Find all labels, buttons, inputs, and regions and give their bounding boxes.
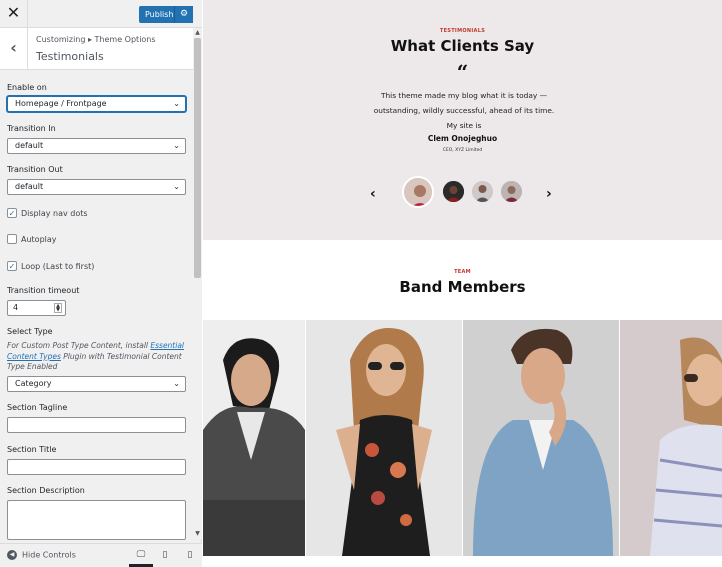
avatar[interactable] <box>501 181 522 202</box>
testimonial-author: Clem Onojeghuo <box>427 134 498 143</box>
close-customizer-button[interactable]: ✕ <box>0 0 28 28</box>
transition-in-select[interactable]: default ⌄ <box>7 138 186 154</box>
customizer-topbar: ✕ Publish ⚙ <box>0 0 202 28</box>
panel-scrollbar[interactable]: ▲ ▼ <box>193 28 202 539</box>
section-title-input[interactable] <box>7 459 186 475</box>
scroll-down-arrow[interactable]: ▼ <box>193 529 202 539</box>
gear-icon: ⚙ <box>179 9 189 19</box>
testimonial-quote: This theme made my blog what it is today… <box>373 91 555 130</box>
scroll-up-arrow[interactable]: ▲ <box>193 28 202 38</box>
site-preview: TESTIMONIALS What Clients Say “ This the… <box>203 0 722 567</box>
scrollbar-thumb[interactable] <box>194 38 201 278</box>
breadcrumb: Customizing ▸ Theme Options <box>36 35 156 44</box>
avatar[interactable] <box>402 176 434 208</box>
team-member-photo[interactable] <box>620 320 722 556</box>
hide-controls-label: Hide Controls <box>22 550 76 560</box>
back-button[interactable]: ‹ <box>0 28 28 70</box>
chevron-down-icon: ⌄ <box>173 141 180 150</box>
loop-checkbox[interactable]: ✓ <box>7 261 17 271</box>
avatar[interactable] <box>472 181 493 202</box>
quote-icon: “ <box>456 60 469 84</box>
loop-label: Loop (Last to first) <box>21 262 95 271</box>
testimonials-tagline: TESTIMONIALS <box>439 28 486 34</box>
transition-out-select[interactable]: default ⌄ <box>7 179 186 195</box>
carousel-prev-arrow[interactable]: ‹ <box>370 186 376 202</box>
publish-settings-button[interactable]: ⚙ <box>174 6 193 23</box>
transition-out-label: Transition Out <box>7 165 63 174</box>
team-title: Band Members <box>399 278 526 296</box>
select-type-description: For Custom Post Type Content, install Es… <box>7 341 187 373</box>
desktop-icon[interactable]: 🖵 <box>135 549 147 561</box>
mobile-icon[interactable]: ▯ <box>184 549 196 561</box>
section-description-textarea[interactable] <box>7 500 186 540</box>
section-title-label: Section Title <box>7 445 57 454</box>
enable-on-value: Homepage / Frontpage <box>15 99 107 108</box>
section-tagline-label: Section Tagline <box>7 403 68 412</box>
chevron-down-icon: ⌄ <box>173 99 180 108</box>
select-type-select[interactable]: Category ⌄ <box>7 376 186 392</box>
display-nav-dots-checkbox[interactable]: ✓ <box>7 208 17 218</box>
section-description-label: Section Description <box>7 486 85 495</box>
team-tagline: TEAM <box>454 269 471 275</box>
testimonial-author-role: CEO, XYZ Limited <box>442 148 483 153</box>
team-member-photo[interactable] <box>463 320 619 556</box>
autoplay-checkbox[interactable] <box>7 234 17 244</box>
team-member-photo[interactable] <box>203 320 305 556</box>
transition-timeout-label: Transition timeout <box>7 286 80 295</box>
carousel-next-arrow[interactable]: › <box>546 186 552 202</box>
testimonials-section: TESTIMONIALS What Clients Say “ This the… <box>203 0 722 240</box>
team-gallery <box>203 320 722 556</box>
chevron-left-icon: ‹ <box>10 38 17 57</box>
tablet-icon[interactable]: ▯ <box>159 549 171 561</box>
chevron-down-icon: ⌄ <box>173 379 180 388</box>
select-type-label: Select Type <box>7 327 53 336</box>
desc-text: For Custom Post Type Content, install <box>7 341 151 350</box>
select-type-value: Category <box>15 379 52 388</box>
preview-bottom-strip <box>203 556 722 567</box>
enable-on-label: Enable on <box>7 83 47 92</box>
display-nav-dots-label: Display nav dots <box>21 209 88 218</box>
transition-out-value: default <box>15 182 44 191</box>
testimonials-title: What Clients Say <box>390 37 535 55</box>
number-stepper[interactable]: ▲ ▼ <box>54 303 62 313</box>
section-title: Testimonials <box>36 50 104 63</box>
transition-timeout-input[interactable]: 4 ▲ ▼ <box>7 300 66 316</box>
transition-in-label: Transition In <box>7 124 56 133</box>
team-member-photo[interactable] <box>306 320 462 556</box>
avatar[interactable] <box>443 181 464 202</box>
customizer-panel: ✕ Publish ⚙ ‹ Customizing ▸ Theme Option… <box>0 0 202 567</box>
collapse-icon: ◀ <box>7 550 17 560</box>
chevron-down-icon: ⌄ <box>173 182 180 191</box>
section-header: ‹ Customizing ▸ Theme Options Testimonia… <box>0 28 202 70</box>
autoplay-label: Autoplay <box>21 235 57 244</box>
hide-controls-button[interactable]: ◀ Hide Controls <box>7 550 76 560</box>
transition-timeout-value: 4 <box>13 303 19 312</box>
transition-in-value: default <box>15 141 44 150</box>
section-tagline-input[interactable] <box>7 417 186 433</box>
customizer-footer: ◀ Hide Controls 🖵 ▯ ▯ <box>0 543 202 567</box>
enable-on-select[interactable]: Homepage / Frontpage ⌄ <box>7 96 186 112</box>
